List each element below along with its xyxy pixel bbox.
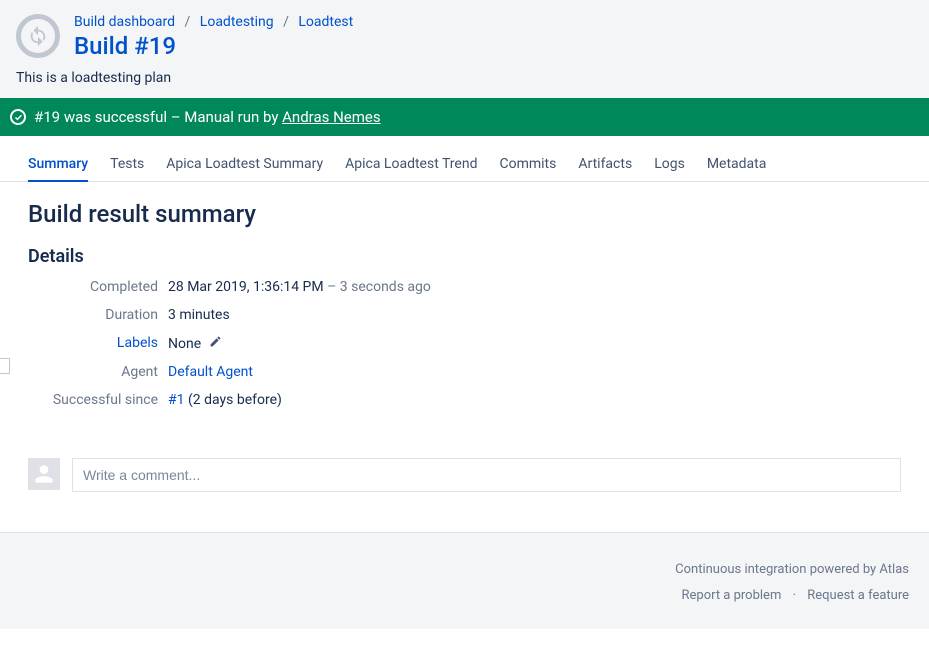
label-successful-since: Successful since — [28, 392, 158, 408]
page-title[interactable]: Build #19 — [74, 32, 353, 60]
tab-commits[interactable]: Commits — [499, 156, 556, 181]
breadcrumb: Build dashboard / Loadtesting / Loadtest — [74, 14, 353, 30]
label-labels[interactable]: Labels — [28, 335, 158, 352]
label-duration: Duration — [28, 307, 158, 323]
since-build-link[interactable]: #1 — [168, 392, 185, 408]
value-agent: Default Agent — [168, 364, 901, 380]
comment-input[interactable] — [72, 458, 901, 492]
banner-user-link[interactable]: Andras Nemes — [282, 108, 380, 126]
tab-logs[interactable]: Logs — [654, 156, 685, 181]
value-completed: 28 Mar 2019, 1:36:14 PM – 3 seconds ago — [168, 279, 901, 295]
details-heading: Details — [28, 246, 901, 267]
value-labels: None — [168, 335, 901, 352]
agent-link[interactable]: Default Agent — [168, 364, 253, 380]
footer-powered: Continuous integration powered by Atlas — [675, 562, 909, 577]
content-area: Build result summary Details Completed 2… — [0, 182, 929, 532]
header: Build dashboard / Loadtesting / Loadtest… — [0, 0, 929, 98]
tab-bar: Summary Tests Apica Loadtest Summary Api… — [0, 136, 929, 182]
tab-metadata[interactable]: Metadata — [707, 156, 767, 181]
banner-middle-text: – Manual run by — [167, 108, 282, 126]
build-status-icon — [16, 14, 60, 58]
sidebar-expand-handle[interactable] — [0, 358, 10, 374]
edit-labels-icon[interactable] — [209, 335, 222, 352]
label-agent: Agent — [28, 364, 158, 380]
tab-summary[interactable]: Summary — [28, 156, 88, 182]
breadcrumb-link-2[interactable]: Loadtesting — [200, 14, 274, 30]
breadcrumb-link-3[interactable]: Loadtest — [298, 14, 353, 30]
build-status-banner: #19 was successful – Manual run by Andra… — [0, 98, 929, 136]
footer: Continuous integration powered by Atlas … — [0, 532, 929, 629]
breadcrumb-link-1[interactable]: Build dashboard — [74, 14, 175, 30]
tab-apica-trend[interactable]: Apica Loadtest Trend — [345, 156, 477, 181]
label-completed: Completed — [28, 279, 158, 295]
avatar — [28, 458, 60, 490]
comment-row — [28, 458, 901, 492]
footer-report-link[interactable]: Report a problem — [681, 588, 781, 603]
tab-artifacts[interactable]: Artifacts — [578, 156, 632, 181]
section-heading: Build result summary — [28, 200, 901, 228]
tab-apica-summary[interactable]: Apica Loadtest Summary — [166, 156, 323, 181]
value-successful-since: #1 (2 days before) — [168, 392, 901, 408]
success-check-icon — [10, 109, 26, 125]
banner-build-text: #19 was successful — [34, 108, 167, 126]
tab-tests[interactable]: Tests — [110, 156, 144, 181]
plan-description: This is a loadtesting plan — [16, 70, 913, 86]
footer-request-link[interactable]: Request a feature — [807, 588, 909, 603]
details-grid: Completed 28 Mar 2019, 1:36:14 PM – 3 se… — [28, 279, 901, 408]
value-duration: 3 minutes — [168, 307, 901, 323]
